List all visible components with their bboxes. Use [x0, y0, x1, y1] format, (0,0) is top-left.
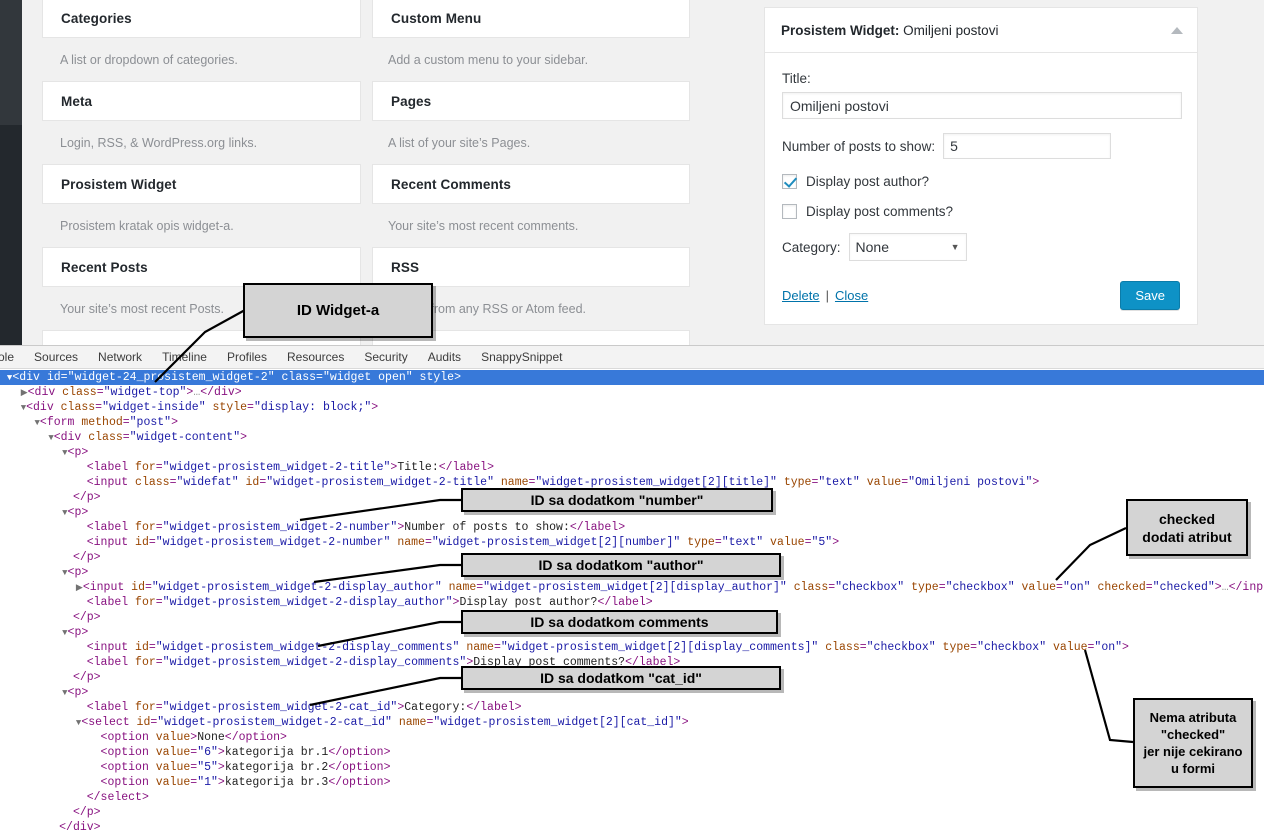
annotation-text: ID sa dodatkom "number": [531, 491, 704, 509]
annotation-text: ID Widget-a: [297, 301, 379, 320]
annotation-text: ID sa dodatkom "cat_id": [540, 669, 702, 687]
annotation-callout-number: ID sa dodatkom "number": [461, 488, 773, 512]
annotation-callout-checked-add: checked dodati atribut: [1126, 499, 1248, 556]
annotation-callout-cat-id: ID sa dodatkom "cat_id": [461, 666, 781, 690]
annotation-callout-comments: ID sa dodatkom comments: [461, 610, 778, 634]
annotation-callout-author: ID sa dodatkom "author": [461, 553, 781, 577]
annotation-text: checked dodati atribut: [1142, 510, 1231, 546]
annotation-callout-no-checked: Nema atributa "checked" jer nije cekiran…: [1133, 698, 1253, 788]
annotation-leader-lines: [0, 0, 1264, 837]
annotation-text: ID sa dodatkom "author": [539, 556, 704, 574]
annotation-callout-widget-id: ID Widget-a: [243, 283, 433, 338]
annotation-text: ID sa dodatkom comments: [530, 613, 708, 631]
annotation-text: Nema atributa "checked" jer nije cekiran…: [1144, 709, 1243, 777]
